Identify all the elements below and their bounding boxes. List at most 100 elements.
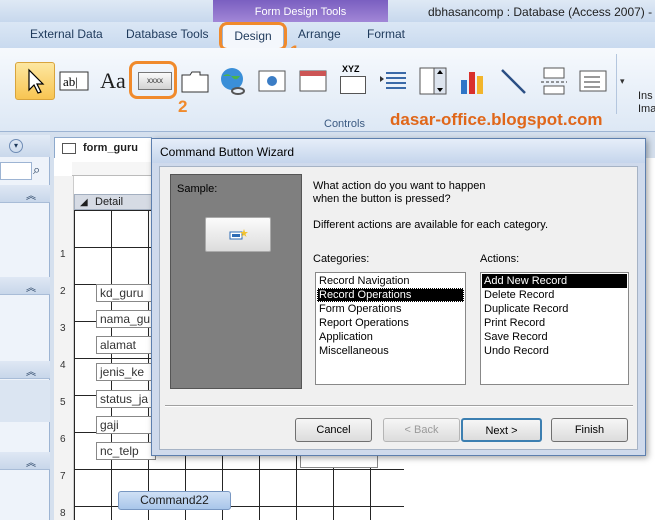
tab-format[interactable]: Format	[367, 27, 405, 41]
line-control-button[interactable]	[496, 62, 530, 100]
xyz-icon: XYZ	[338, 64, 368, 96]
category-item[interactable]: Miscellaneous	[317, 344, 464, 358]
ruler-number: 4	[60, 360, 66, 371]
insert-chart-button[interactable]	[456, 62, 490, 100]
ruler-number: 8	[60, 508, 66, 519]
tab-database-tools[interactable]: Database Tools	[126, 27, 209, 41]
marker-2: 2	[178, 97, 188, 116]
field-control[interactable]: jenis_ke	[96, 363, 156, 381]
tab-external-data[interactable]: External Data	[30, 27, 103, 41]
categories-list[interactable]: Record Navigation Record Operations Form…	[315, 272, 466, 385]
section-label: Detail	[95, 196, 124, 208]
back-button[interactable]: < Back	[383, 418, 460, 442]
command22-button[interactable]: Command22	[118, 491, 231, 510]
field-control[interactable]: kd_guru	[96, 284, 156, 302]
action-item[interactable]: Delete Record	[482, 288, 627, 302]
field-control[interactable]: alamat	[96, 336, 156, 354]
label-control-button[interactable]: Aa	[96, 62, 130, 100]
globe-link-icon	[221, 68, 245, 95]
action-item[interactable]: Save Record	[482, 330, 627, 344]
ruler-number: 3	[60, 323, 66, 334]
sample-button	[205, 217, 271, 252]
ruler-number: 2	[60, 286, 66, 297]
category-item[interactable]: Report Operations	[317, 316, 464, 330]
horizontal-ruler	[72, 162, 162, 176]
hyperlink-button[interactable]	[216, 62, 250, 100]
nav-group-header-3[interactable]: ︽	[0, 361, 50, 379]
ruler-number: 7	[60, 471, 66, 482]
nav-search-input[interactable]	[0, 162, 32, 180]
document-tab-form-guru[interactable]: form_guru	[54, 137, 152, 158]
subform-button[interactable]	[296, 62, 330, 100]
label-icon: Aa	[100, 68, 126, 93]
field-control[interactable]: nc_telp	[96, 442, 156, 460]
category-item[interactable]: Record Navigation	[317, 274, 464, 288]
insert-image-label-2[interactable]: Ima	[638, 103, 655, 115]
combo-control-button[interactable]	[416, 62, 450, 100]
actions-label: Actions:	[480, 253, 520, 265]
next-button[interactable]: Next >	[461, 418, 542, 442]
add-record-icon	[229, 228, 248, 239]
combo-icon	[419, 67, 447, 95]
document-tab-label: form_guru	[83, 142, 138, 154]
nav-group-header-1[interactable]: ︽	[0, 185, 50, 203]
object-frame-icon	[258, 70, 286, 92]
ruler-number: 5	[60, 397, 66, 408]
category-item-selected[interactable]: Record Operations	[317, 288, 464, 302]
tab-control-button[interactable]	[178, 62, 212, 100]
category-item[interactable]: Form Operations	[317, 302, 464, 316]
list-icon	[380, 72, 406, 89]
categories-label: Categories:	[313, 253, 370, 265]
svg-text:ab|: ab|	[63, 74, 78, 89]
nav-pane-header: ▾	[0, 135, 50, 157]
line-icon	[501, 69, 526, 94]
collapse-icon: ︽	[26, 191, 36, 202]
field-control[interactable]: status_ja	[96, 390, 156, 408]
collapse-icon: ︽	[26, 367, 36, 378]
navigation-pane: ▾ ⌕ ︽ ︽ ︽ ︽	[0, 135, 50, 520]
nav-menu-chevron-icon[interactable]: ▾	[9, 139, 23, 153]
nav-group-header-4[interactable]: ︽	[0, 452, 50, 470]
category-item[interactable]: Application	[317, 330, 464, 344]
dialog-body: Sample: What action do you want to happe…	[159, 166, 638, 450]
field-control[interactable]: nama_gu	[96, 310, 156, 328]
folder-tab-icon	[181, 71, 209, 93]
nav-item-highlight[interactable]	[0, 380, 50, 422]
finish-button[interactable]: Finish	[551, 418, 628, 442]
vertical-ruler: 1 2 3 4 5 6 7 8	[54, 176, 74, 520]
collapse-icon: ︽	[26, 458, 36, 469]
group-label-controls: Controls	[324, 118, 365, 130]
actions-list[interactable]: Add New Record Delete Record Duplicate R…	[480, 272, 629, 385]
select-pointer-button[interactable]	[15, 62, 55, 100]
unbound-object-frame-button[interactable]	[255, 62, 289, 100]
list-control-button[interactable]	[376, 62, 410, 100]
textbox-control-button[interactable]: ab|	[57, 62, 91, 100]
tab-arrange[interactable]: Arrange	[298, 27, 341, 41]
field-textbox-edge[interactable]	[300, 456, 378, 468]
action-item[interactable]: Print Record	[482, 316, 627, 330]
pointer-icon	[28, 68, 45, 94]
sample-label: Sample:	[177, 183, 218, 195]
gallery-scroll[interactable]: ▾	[616, 54, 629, 114]
wizard-hint: Different actions are available for each…	[313, 219, 549, 231]
action-item-selected[interactable]: Add New Record	[482, 274, 627, 288]
gallery-more-icon: ▾	[620, 76, 625, 86]
action-item[interactable]: Undo Record	[482, 344, 627, 358]
detail-section-bar[interactable]: ◢ Detail	[74, 194, 156, 210]
collapse-icon: ︽	[26, 283, 36, 294]
bar-chart-icon	[461, 72, 483, 94]
page-break-icon	[541, 67, 567, 95]
field-control[interactable]: gaji	[96, 416, 156, 434]
action-item[interactable]: Duplicate Record	[482, 302, 627, 316]
cancel-button[interactable]: Cancel	[295, 418, 372, 442]
nav-group-header-2[interactable]: ︽	[0, 277, 50, 295]
option-list-button[interactable]	[576, 62, 610, 100]
insert-image-label-1[interactable]: Ins	[638, 90, 653, 102]
form-icon	[62, 143, 76, 154]
search-icon[interactable]: ⌕	[33, 162, 40, 178]
page-break-button[interactable]	[537, 62, 571, 100]
wizard-question: What action do you want to happen when t…	[313, 180, 486, 205]
watermark-text: dasar-office.blogspot.com	[390, 110, 603, 129]
chart-text-button[interactable]: XYZ	[336, 62, 370, 100]
dialog-title[interactable]: Command Button Wizard	[152, 139, 645, 163]
